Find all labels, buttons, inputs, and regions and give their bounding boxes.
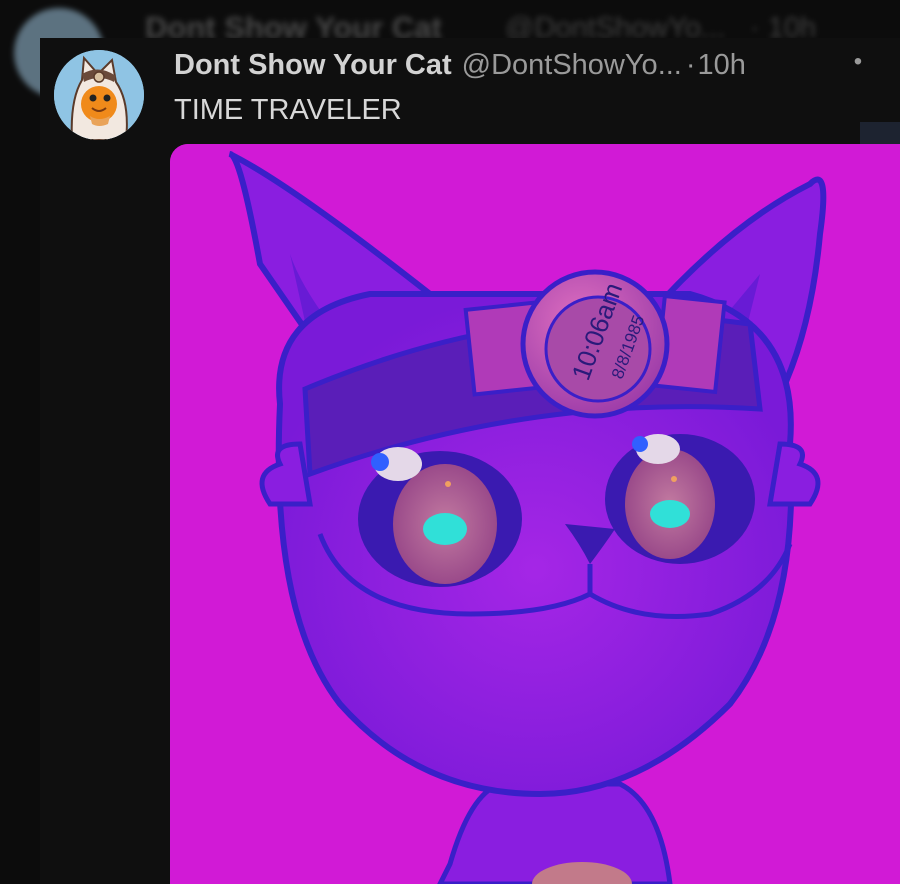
edge-strip: [860, 122, 900, 146]
timestamp[interactable]: 10h: [698, 49, 746, 82]
separator-dot: ·: [685, 49, 696, 81]
cat-avatar-icon: [54, 50, 144, 140]
more-dots-icon[interactable]: •: [848, 50, 868, 74]
tweet-media-image[interactable]: 10:06am 8/8/1985: [170, 144, 900, 884]
tweet-text: TIME TRAVELER: [174, 94, 402, 126]
avatar[interactable]: [54, 50, 144, 140]
tweet-card[interactable]: Dont Show Your Cat @DontShowYo... · 10h …: [40, 38, 900, 884]
tweet-header: Dont Show Your Cat @DontShowYo... · 10h: [174, 49, 746, 85]
cat-illustration: 10:06am 8/8/1985: [170, 144, 900, 884]
handle[interactable]: @DontShowYo...: [462, 49, 682, 82]
display-name[interactable]: Dont Show Your Cat: [174, 49, 452, 82]
